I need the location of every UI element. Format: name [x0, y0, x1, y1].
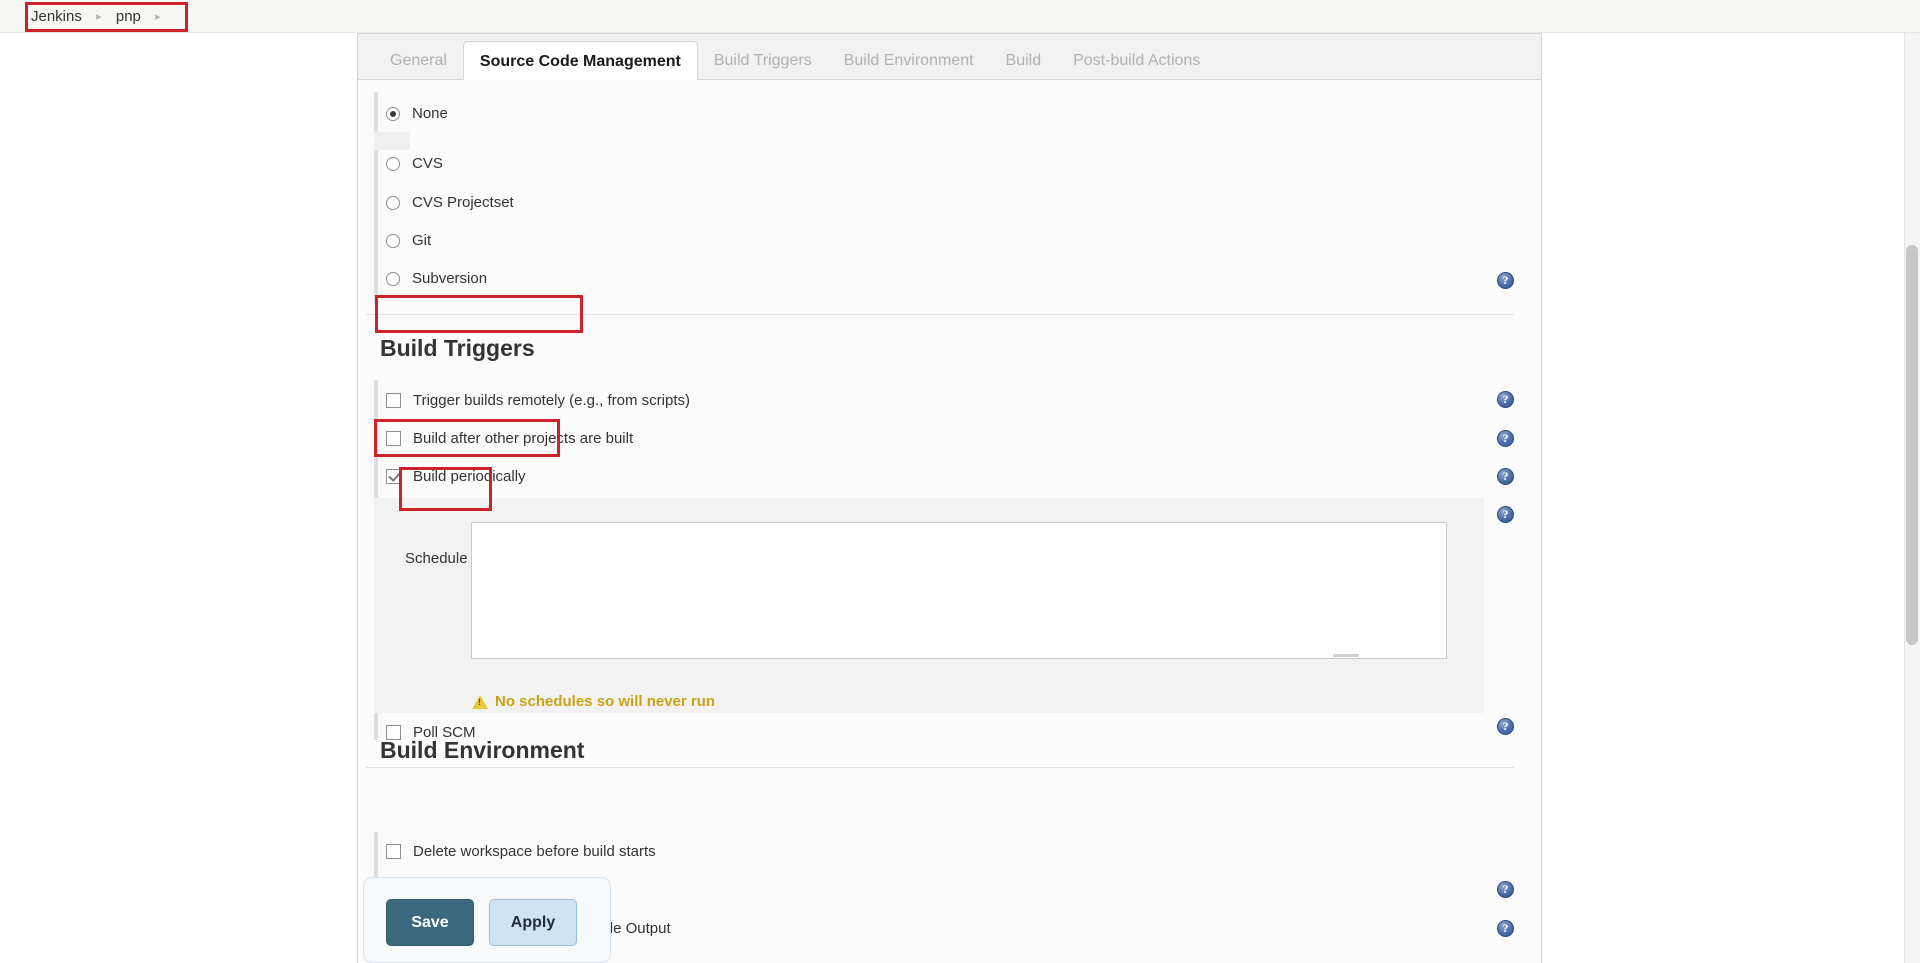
tab-build[interactable]: Build: [990, 41, 1058, 80]
config-tab-bar: General Source Code Management Build Tri…: [357, 33, 1542, 80]
scm-group-rail: [374, 92, 378, 304]
checkbox-build-periodically[interactable]: [386, 469, 401, 484]
warning-triangle-icon: [472, 694, 488, 709]
trigger-option-remote[interactable]: Trigger builds remotely (e.g., from scri…: [386, 392, 690, 409]
scm-option-cvs[interactable]: CVS: [386, 155, 443, 172]
trigger-option-after-projects-label: Build after other projects are built: [413, 430, 634, 447]
config-content: None CVS CVS Projectset Git Subversion ?…: [358, 80, 1541, 963]
tab-source-code-management[interactable]: Source Code Management: [462, 41, 698, 80]
scm-option-none[interactable]: None: [386, 105, 448, 122]
help-icon-build-periodically[interactable]: ?: [1497, 468, 1514, 485]
checkbox-trigger-builds-remotely[interactable]: [386, 393, 401, 408]
checkbox-delete-workspace[interactable]: [386, 844, 401, 859]
tab-post-build-actions[interactable]: Post-build Actions: [1057, 41, 1216, 80]
page-shell: General Source Code Management Build Tri…: [0, 33, 1920, 963]
help-icon-poll-scm[interactable]: ?: [1497, 718, 1514, 735]
scm-option-subversion[interactable]: Subversion: [386, 270, 487, 287]
form-action-bar: Save Apply: [363, 877, 611, 963]
scm-option-git-label: Git: [412, 232, 432, 249]
scm-option-subversion-label: Subversion: [412, 270, 488, 287]
trigger-option-after-projects[interactable]: Build after other projects are built: [386, 430, 633, 447]
scm-option-cvs-projectset-label: CVS Projectset: [412, 194, 514, 211]
scm-option-git[interactable]: Git: [386, 232, 431, 249]
trigger-option-remote-label: Trigger builds remotely (e.g., from scri…: [413, 392, 691, 409]
help-icon-trigger-remote[interactable]: ?: [1497, 391, 1514, 408]
tab-build-triggers[interactable]: Build Triggers: [698, 41, 828, 80]
radio-subversion[interactable]: [386, 271, 400, 286]
radio-cvs[interactable]: [386, 156, 400, 171]
schedule-label: Schedule: [405, 550, 468, 567]
breadcrumb: Jenkins ▸ pnp ▸: [25, 1, 169, 31]
breadcrumb-item-pnp[interactable]: pnp: [110, 8, 147, 25]
tab-build-environment[interactable]: Build Environment: [828, 41, 990, 80]
help-icon-secret-text[interactable]: ?: [1497, 881, 1514, 898]
schedule-input[interactable]: [471, 522, 1447, 659]
breadcrumb-separator-icon: ▸: [96, 10, 102, 23]
tab-general[interactable]: General: [374, 41, 463, 80]
trigger-option-periodically-label: Build periodically: [413, 468, 526, 485]
scm-option-none-label: None: [412, 105, 448, 122]
section-divider-scm: [366, 314, 1514, 315]
breadcrumb-bar: Jenkins ▸ pnp ▸: [0, 0, 1920, 33]
page-scrollbar-track[interactable]: [1904, 33, 1920, 963]
help-icon-subversion[interactable]: ?: [1497, 272, 1514, 289]
radio-cvs-projectset[interactable]: [386, 195, 400, 210]
radio-none[interactable]: [386, 106, 400, 121]
breadcrumb-separator-icon-2: ▸: [155, 10, 161, 23]
scm-option-cvs-label: CVS: [412, 155, 443, 172]
env-option-delete-workspace-label: Delete workspace before build starts: [413, 843, 656, 860]
scm-none-subpanel: [374, 132, 410, 150]
checkbox-build-after-other-projects[interactable]: [386, 431, 401, 446]
breadcrumb-item-jenkins[interactable]: Jenkins: [25, 8, 88, 25]
help-icon-with-ant[interactable]: ?: [1497, 920, 1514, 937]
save-button[interactable]: Save: [386, 899, 474, 946]
radio-git[interactable]: [386, 233, 400, 248]
apply-button[interactable]: Apply: [489, 899, 577, 946]
schedule-warning: No schedules so will never run: [472, 693, 715, 710]
schedule-resize-grip[interactable]: [1333, 654, 1359, 657]
scm-option-cvs-projectset[interactable]: CVS Projectset: [386, 194, 514, 211]
page-scrollbar-thumb[interactable]: [1906, 245, 1918, 645]
help-icon-schedule[interactable]: ?: [1497, 506, 1514, 523]
trigger-option-periodically[interactable]: Build periodically: [386, 468, 526, 485]
heading-build-triggers: Build Triggers: [380, 335, 535, 361]
env-option-delete-workspace[interactable]: Delete workspace before build starts: [386, 843, 656, 860]
help-icon-build-after-projects[interactable]: ?: [1497, 430, 1514, 447]
heading-build-environment: Build Environment: [380, 737, 585, 763]
schedule-warning-text: No schedules so will never run: [495, 693, 716, 710]
section-divider-build-triggers: [366, 767, 1514, 768]
